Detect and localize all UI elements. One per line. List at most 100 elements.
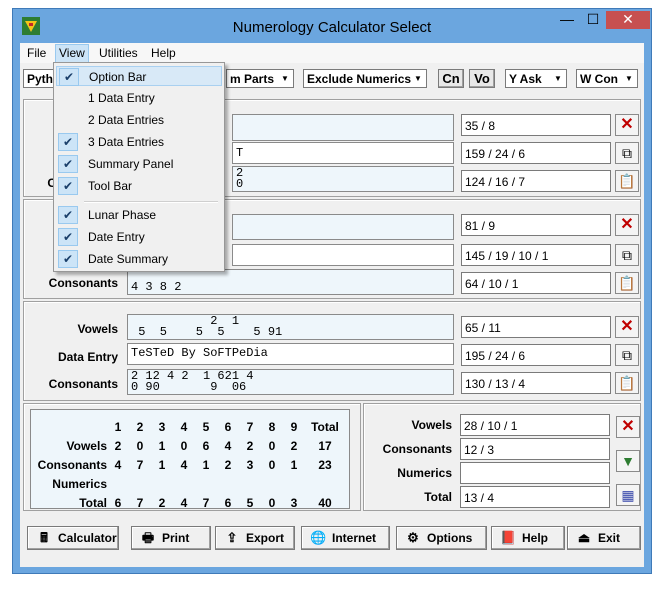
menu-item-1-data-entry[interactable]: 1 Data Entry (56, 88, 222, 108)
chevron-down-icon: ▼ (625, 74, 633, 83)
calendar-icon[interactable]: ▦ (616, 484, 640, 506)
w-con-select[interactable]: W Con ▼ (576, 69, 638, 88)
grid-cell: 3 (246, 458, 254, 472)
data-entry-input[interactable]: T (232, 142, 454, 164)
grid-cell: 7 (202, 496, 210, 510)
grid-cell: 1 (290, 458, 298, 472)
menu-item-date-entry[interactable]: ✔ Date Entry (56, 227, 222, 247)
grid-header: 8 (268, 420, 276, 434)
summary-total-value: 13 / 4 (460, 486, 610, 508)
grid-row-vowels: Vowels 2 0 1 0 6 4 2 0 2 17 (31, 439, 349, 455)
menu-view[interactable]: View (55, 44, 89, 63)
menu-file[interactable]: File (27, 46, 46, 60)
grid-cell: 2 (224, 458, 232, 472)
grid-header-total: Total (311, 420, 339, 434)
menu-utilities[interactable]: Utilities (99, 46, 138, 60)
vowels-result: 35 / 8 (461, 114, 611, 136)
parts-select-value: m Parts (230, 72, 275, 86)
grid-row-label: Numerics (52, 477, 107, 491)
help-button[interactable]: 📕 Help (491, 526, 565, 550)
clear-icon[interactable]: ✕ (616, 416, 640, 438)
grid-cell: 5 (246, 496, 254, 510)
menu-item-label: Tool Bar (88, 179, 133, 193)
data-entry-label: I (26, 147, 56, 161)
grid-cell: 4 (224, 439, 232, 453)
help-label: Help (522, 531, 549, 545)
grid-cell: 6 (202, 439, 210, 453)
print-button[interactable]: 🖶 Print (131, 526, 211, 550)
date-entry-input[interactable] (232, 244, 454, 266)
paste-icon[interactable]: 📋 (615, 372, 639, 394)
grid-cell-total: 40 (318, 496, 332, 510)
menu-item-date-summary[interactable]: ✔ Date Summary (56, 249, 222, 269)
menu-item-label: 1 Data Entry (88, 91, 155, 105)
data-entry-panel-3: Vowels Data Entry Consonants 2 1 5 5 5 5… (23, 301, 641, 401)
copy-icon[interactable]: ⧉ (615, 344, 639, 366)
calculator-button[interactable]: 🖩 Calculator (27, 526, 119, 550)
options-icon: ⚙ (407, 530, 419, 545)
chevron-down-icon: ▼ (281, 74, 289, 83)
maximize-button[interactable]: ☐ (580, 11, 606, 29)
summary-consonants-label: Consonants (382, 442, 452, 456)
vo-button[interactable]: Vo (469, 69, 495, 88)
clear-icon[interactable]: ✕ (615, 114, 639, 136)
consonants-field: 2 12 4 2 1 621 4 0 90 9 06 (127, 369, 454, 395)
grid-row-label: Consonants (37, 458, 107, 472)
vowels-result: 65 / 11 (461, 316, 611, 338)
clear-icon[interactable]: ✕ (615, 316, 639, 338)
title-bar: Numerology Calculator Select — ☐ ✕ (13, 9, 651, 45)
copy-icon[interactable]: ⧉ (615, 142, 639, 164)
menu-item-label: Summary Panel (88, 157, 174, 171)
menu-help[interactable]: Help (151, 46, 176, 60)
menu-item-tool-bar[interactable]: ✔ Tool Bar (56, 176, 222, 196)
menu-item-option-bar[interactable]: ✔ Option Bar (56, 66, 222, 86)
system-select[interactable]: Pyth (23, 69, 55, 88)
exit-button[interactable]: ⏏ Exit (567, 526, 641, 550)
paste-icon[interactable]: 📋 (615, 272, 639, 294)
grid-header: 3 (158, 420, 166, 434)
copy-icon[interactable]: ⧉ (615, 244, 639, 266)
menu-item-lunar-phase[interactable]: ✔ Lunar Phase (56, 205, 222, 225)
data-entry-result: 159 / 24 / 6 (461, 142, 611, 164)
exclude-select-value: Exclude Numerics (307, 72, 412, 86)
clear-icon[interactable]: ✕ (615, 214, 639, 236)
check-icon: ✔ (58, 250, 78, 268)
cn-button[interactable]: Cn (438, 69, 464, 88)
menu-item-2-data-entries[interactable]: 2 Data Entries (56, 110, 222, 130)
check-icon: ✔ (58, 177, 78, 195)
consonants-result: 124 / 16 / 7 (461, 170, 611, 192)
grid-row-numerics: Numerics (31, 477, 349, 493)
consonants-result: 130 / 13 / 4 (461, 372, 611, 394)
close-window-button[interactable]: ✕ (606, 11, 650, 29)
menu-item-3-data-entries[interactable]: ✔ 3 Data Entries (56, 132, 222, 152)
export-button[interactable]: ⇪ Export (215, 526, 295, 550)
y-ask-select[interactable]: Y Ask ▼ (505, 69, 567, 88)
grid-cell: 7 (136, 496, 144, 510)
parts-select[interactable]: m Parts ▼ (226, 69, 294, 88)
summary-grid: 1 2 3 4 5 6 7 8 9 Total Vowels 2 0 1 0 6… (30, 409, 350, 510)
menu-item-summary-panel[interactable]: ✔ Summary Panel (56, 154, 222, 174)
exclude-numerics-select[interactable]: Exclude Numerics ▼ (303, 69, 427, 88)
menu-item-label: 3 Data Entries (88, 135, 165, 149)
view-menu-dropdown: ✔ Option Bar 1 Data Entry 2 Data Entries … (53, 62, 225, 272)
internet-button[interactable]: 🌐 Internet (301, 526, 390, 550)
grid-header: 4 (180, 420, 188, 434)
grid-cell: 0 (268, 458, 276, 472)
grid-cell: 3 (290, 496, 298, 510)
chevron-down-icon: ▼ (554, 74, 562, 83)
paste-icon[interactable]: 📋 (615, 170, 639, 192)
date-entry-result: 145 / 19 / 10 / 1 (461, 244, 611, 266)
options-button[interactable]: ⚙ Options (396, 526, 487, 550)
data-entry-input[interactable]: TeSTeD By SoFTPeDia (127, 343, 454, 365)
grid-cell: 0 (268, 496, 276, 510)
minimize-button[interactable]: — (554, 11, 580, 29)
w-con-value: W Con (580, 72, 618, 86)
grid-row-label: Vowels (66, 439, 107, 453)
summary-numerics-label: Numerics (397, 466, 452, 480)
date-vowels-result: 81 / 9 (461, 214, 611, 236)
calculator-label: Calculator (58, 531, 117, 545)
grid-cell: 1 (202, 458, 210, 472)
app-logo-icon[interactable]: ▼ (616, 450, 640, 472)
grid-cell: 1 (158, 439, 166, 453)
check-icon: ✔ (58, 155, 78, 173)
